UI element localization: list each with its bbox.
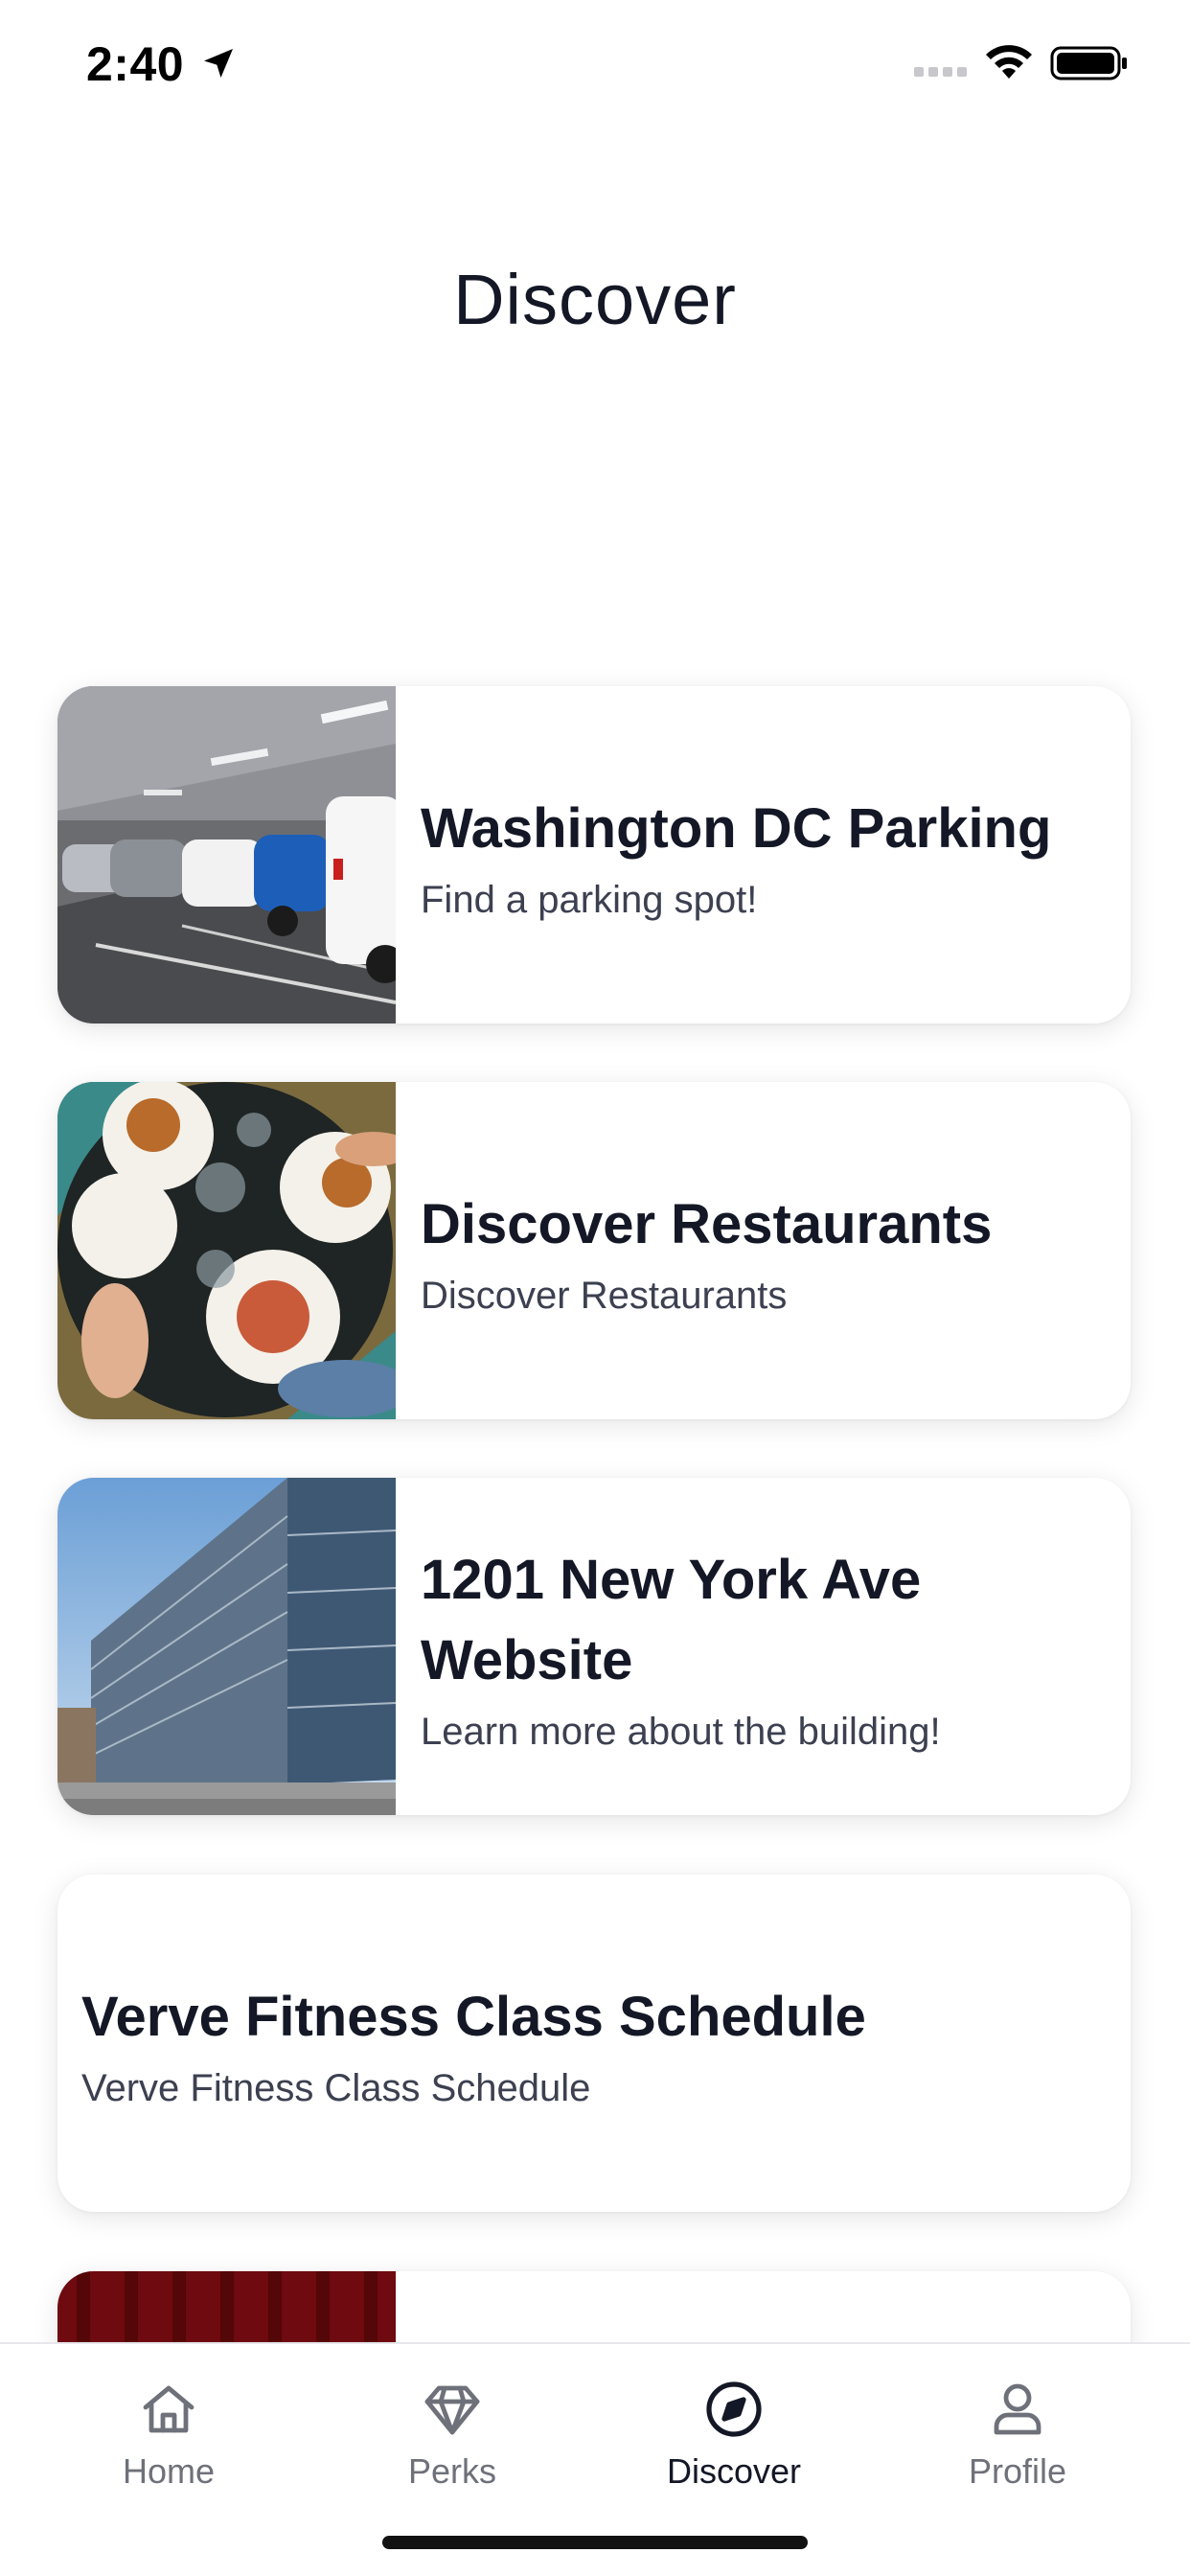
tab-perks[interactable]: Perks	[337, 2379, 567, 2503]
card-text: 1201 New York Ave Website Learn more abo…	[421, 1478, 1102, 1815]
card-building-website[interactable]: 1201 New York Ave Website Learn more abo…	[57, 1478, 1131, 1815]
diamond-icon	[424, 2385, 480, 2435]
card-subtitle: Discover Restaurants	[421, 1274, 788, 1317]
restaurant-table-photo	[57, 1082, 396, 1419]
compass-icon	[706, 2381, 762, 2437]
card-title: 1201 New York Ave Website	[421, 1548, 922, 1691]
location-arrow-icon	[204, 49, 233, 78]
home-icon	[143, 2385, 195, 2433]
card-text: Discover Restaurants Discover Restaurant…	[421, 1082, 1102, 1419]
office-building-photo	[57, 1478, 396, 1815]
status-time: 2:40	[86, 37, 185, 91]
cellular-signal-icon	[914, 67, 967, 77]
tab-home[interactable]: Home	[54, 2379, 284, 2503]
card-subtitle: Learn more about the building!	[421, 1710, 941, 1753]
battery-icon	[1050, 46, 1127, 80]
tab-label: Perks	[407, 2451, 497, 2491]
wifi-icon	[986, 45, 1032, 79]
status-bar: 2:40	[0, 0, 1190, 134]
tab-label: Discover	[666, 2451, 802, 2491]
tab-label: Profile	[968, 2451, 1067, 2491]
card-subtitle: Verve Fitness Class Schedule	[81, 2066, 591, 2109]
person-icon	[994, 2383, 1041, 2435]
card-fitness-schedule[interactable]: Verve Fitness Class Schedule Verve Fitne…	[57, 1874, 1131, 2212]
card-title: Verve Fitness Class Schedule	[81, 1985, 866, 2048]
card-restaurants[interactable]: Discover Restaurants Discover Restaurant…	[57, 1082, 1131, 1419]
card-subtitle: Find a parking spot!	[421, 878, 758, 921]
card-text: Verve Fitness Class Schedule Verve Fitne…	[81, 1874, 1102, 2212]
home-indicator[interactable]	[382, 2536, 808, 2549]
card-text: Washington DC Parking Find a parking spo…	[421, 686, 1102, 1024]
card-title: Washington DC Parking	[421, 796, 1052, 860]
tab-discover[interactable]: Discover	[619, 2379, 849, 2503]
tab-profile[interactable]: Profile	[903, 2379, 1133, 2503]
parking-garage-photo	[57, 686, 396, 1024]
page-title: Discover	[453, 260, 737, 339]
tab-label: Home	[122, 2451, 216, 2491]
card-title: Discover Restaurants	[421, 1192, 993, 1255]
card-parking[interactable]: Washington DC Parking Find a parking spo…	[57, 686, 1131, 1024]
